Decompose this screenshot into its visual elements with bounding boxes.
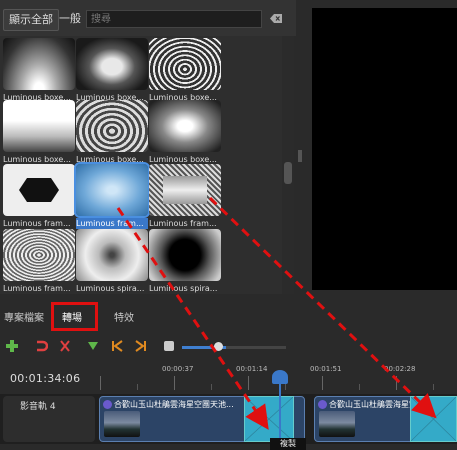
ruler-label: 00:01:51 bbox=[310, 365, 342, 373]
transition-tile[interactable]: Luminous spira... bbox=[149, 229, 221, 294]
transition-thumbnail bbox=[76, 100, 148, 152]
ruler-tick bbox=[100, 376, 101, 390]
search-input[interactable] bbox=[86, 10, 262, 28]
transition-tile[interactable]: Luminous spira... bbox=[76, 229, 148, 294]
track-name: 影音軌 4 bbox=[20, 402, 56, 412]
transition-tile[interactable]: Luminous boxe... bbox=[76, 100, 148, 167]
general-filter-button[interactable]: 一般 bbox=[54, 9, 86, 29]
transition-thumbnail bbox=[76, 229, 148, 281]
ruler-tick-minor bbox=[285, 384, 286, 390]
transition-on-timeline[interactable] bbox=[244, 396, 294, 442]
tab-effects[interactable]: 特效 bbox=[114, 309, 134, 324]
transition-tile[interactable]: Luminous boxe... bbox=[3, 38, 75, 105]
ruler-tick bbox=[174, 376, 175, 390]
tooltip: 複製 bbox=[270, 438, 306, 450]
ruler-label: 00:00:37 bbox=[162, 365, 194, 373]
transition-tile-selected[interactable]: Luminous fram... bbox=[74, 162, 150, 231]
ruler-tick bbox=[322, 376, 323, 390]
playhead-handle[interactable] bbox=[272, 370, 288, 384]
clip-title: 合歡山玉山杜鵑雲海星空團天池... bbox=[114, 400, 234, 409]
transitions-grid: Luminous boxe... Luminous boxe... Lumino… bbox=[0, 36, 282, 294]
transition-tile[interactable]: Luminous boxe... bbox=[149, 38, 221, 105]
ruler-tick-minor bbox=[211, 384, 212, 390]
clip-badge-icon bbox=[318, 400, 327, 409]
transition-tile[interactable]: Luminous boxe... bbox=[149, 100, 221, 167]
clear-search-icon[interactable] bbox=[270, 14, 282, 23]
transition-thumbnail bbox=[149, 229, 221, 281]
transition-label: Luminous fram... bbox=[3, 219, 71, 228]
transition-label: Luminous fram... bbox=[76, 218, 148, 229]
marker-icon[interactable] bbox=[86, 339, 100, 353]
grid-scrollbar-thumb[interactable] bbox=[284, 162, 292, 184]
splitter-handle[interactable] bbox=[298, 150, 302, 162]
next-marker-icon[interactable] bbox=[134, 339, 148, 353]
zoom-slider-rest[interactable] bbox=[226, 346, 286, 349]
transition-label: Luminous fram... bbox=[149, 219, 217, 228]
filter-bar: 顯示全部 一般 bbox=[0, 0, 296, 36]
transition-thumbnail bbox=[149, 38, 221, 90]
ruler-tick-minor bbox=[359, 384, 360, 390]
transition-label: Luminous spira... bbox=[76, 284, 145, 293]
clip-badge-icon bbox=[103, 400, 112, 409]
snap-icon[interactable] bbox=[34, 339, 48, 353]
transition-thumbnail bbox=[3, 164, 75, 216]
add-track-icon[interactable] bbox=[5, 339, 19, 353]
transition-thumbnail bbox=[3, 100, 75, 152]
ruler-tick-minor bbox=[433, 384, 434, 390]
transition-thumbnail bbox=[74, 162, 150, 218]
video-preview bbox=[312, 8, 457, 290]
previous-marker-icon[interactable] bbox=[110, 339, 124, 353]
transition-tile[interactable]: Luminous boxe... bbox=[3, 100, 75, 167]
transition-thumbnail bbox=[76, 38, 148, 90]
transition-thumbnail bbox=[149, 100, 221, 152]
transition-thumbnail bbox=[149, 164, 221, 216]
transition-tile[interactable]: Luminous fram... bbox=[149, 164, 221, 231]
clip-thumbnail bbox=[104, 411, 140, 437]
show-all-button[interactable]: 顯示全部 bbox=[3, 9, 59, 31]
ruler-label: 00:02:28 bbox=[384, 365, 416, 373]
transition-thumbnail bbox=[3, 229, 75, 281]
ruler-tick-minor bbox=[137, 384, 138, 390]
transition-label: Luminous fram... bbox=[3, 284, 71, 293]
highlight-annotation bbox=[51, 302, 98, 331]
ruler-tick bbox=[396, 376, 397, 390]
zoom-slider-handle[interactable] bbox=[214, 342, 223, 351]
tab-project-files[interactable]: 專案檔案 bbox=[4, 309, 44, 324]
ruler-tick bbox=[248, 376, 249, 390]
transition-tile[interactable]: Luminous fram... bbox=[3, 164, 75, 231]
razor-icon[interactable] bbox=[58, 339, 72, 353]
transition-tile[interactable]: Luminous boxe... bbox=[76, 38, 148, 105]
transition-tile[interactable]: Luminous fram... bbox=[3, 229, 75, 294]
transition-label: Luminous spira... bbox=[149, 284, 218, 293]
clip-thumbnail bbox=[319, 411, 355, 437]
zoom-icon[interactable] bbox=[162, 339, 176, 353]
ruler-label: 00:01:14 bbox=[236, 365, 268, 373]
transition-on-timeline[interactable] bbox=[410, 396, 457, 442]
transition-thumbnail bbox=[3, 38, 75, 90]
timecode-display: 00:01:34:06 bbox=[10, 372, 81, 385]
